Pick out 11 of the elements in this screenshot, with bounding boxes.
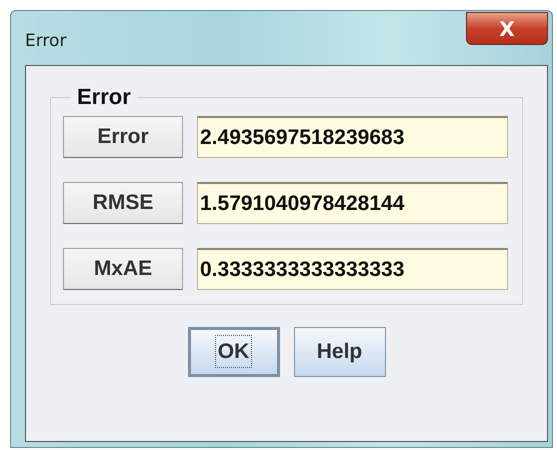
group-title: Error [76,84,132,110]
metric-button[interactable]: MxAE [63,248,183,290]
close-button[interactable]: X [466,12,548,45]
dialog-button[interactable]: OK [188,327,280,377]
value-field[interactable]: 1.5791040978428144 [197,182,508,224]
value-field[interactable]: 2.4935697518239683 [197,116,508,158]
metric-button[interactable]: Error [63,116,183,158]
window-title: Error [25,31,66,51]
dialog-button[interactable]: Help [294,327,386,377]
metric-button[interactable]: RMSE [63,182,183,224]
value-field[interactable]: 0.3333333333333333 [197,248,508,290]
